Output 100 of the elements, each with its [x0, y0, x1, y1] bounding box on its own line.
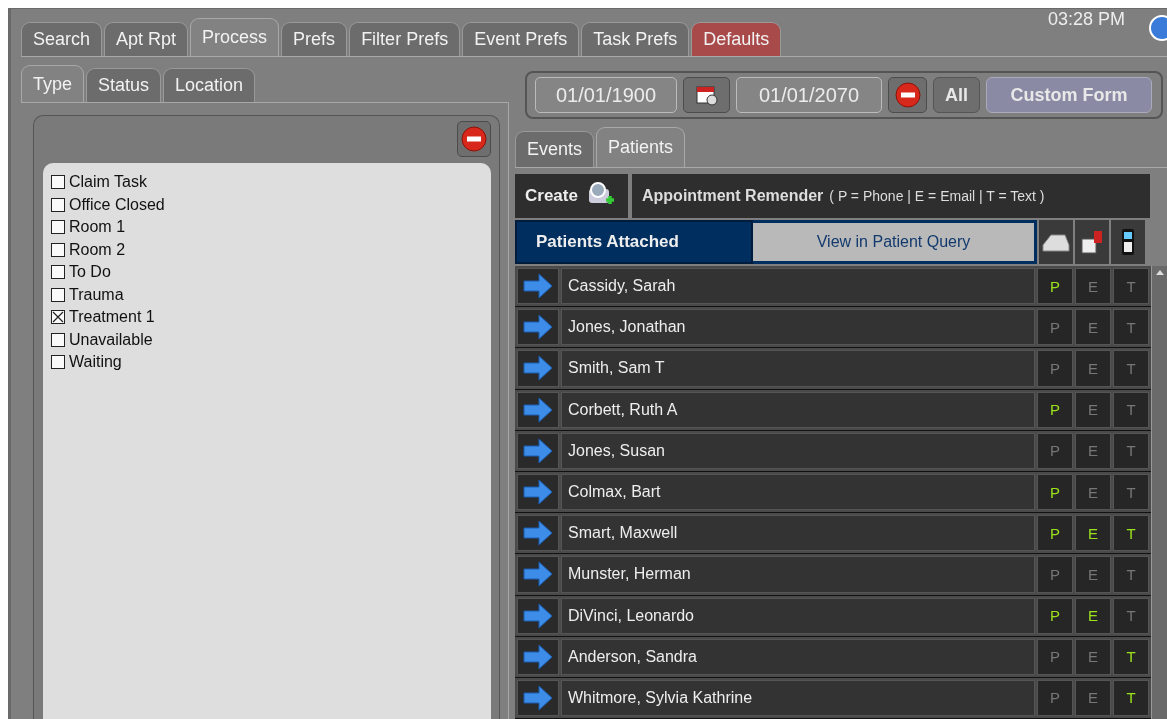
open-patient-button[interactable] — [517, 515, 559, 552]
reminder-flag[interactable]: E — [1075, 432, 1111, 469]
reminder-flag[interactable]: E — [1075, 515, 1111, 552]
calendar-button[interactable] — [683, 77, 730, 113]
tab[interactable]: Prefs — [281, 22, 348, 56]
tab[interactable]: Search — [21, 22, 103, 56]
reminder-flag[interactable]: T — [1113, 309, 1149, 346]
checkbox[interactable] — [51, 175, 65, 190]
checkbox[interactable] — [51, 332, 65, 347]
reminder-flag[interactable]: T — [1113, 350, 1149, 387]
tab[interactable]: Location — [163, 68, 256, 102]
view-in-patient-query-button[interactable]: View in Patient Query — [753, 220, 1037, 264]
scroll-up-icon[interactable] — [1155, 270, 1164, 275]
patient-name: Smart, Maxwell — [561, 515, 1035, 552]
reminder-flag[interactable]: E — [1075, 268, 1111, 305]
mailbox-icon — [1079, 229, 1105, 255]
reminder-flag[interactable]: E — [1075, 391, 1111, 428]
reminder-flag[interactable]: P — [1037, 638, 1073, 675]
right-arrow-icon — [523, 479, 553, 506]
patient-name: Anderson, Sandra — [561, 638, 1035, 675]
open-patient-button[interactable] — [517, 556, 559, 593]
right-arrow-icon — [523, 314, 553, 341]
tab[interactable]: Patients — [596, 127, 686, 167]
patient-name: Jones, Susan — [561, 432, 1035, 469]
reminder-flag[interactable]: E — [1075, 473, 1111, 511]
start-date-field[interactable]: 01/01/1900 — [535, 77, 677, 113]
reminder-flag[interactable]: P — [1037, 597, 1073, 634]
reminder-flag[interactable]: E — [1075, 679, 1111, 717]
reminder-flag[interactable]: E — [1075, 350, 1111, 387]
checkbox-label: Waiting — [69, 353, 122, 372]
patient-name: Colmax, Bart — [561, 473, 1035, 511]
reminder-flag[interactable]: P — [1037, 432, 1073, 469]
reminder-flag[interactable]: P — [1037, 309, 1073, 346]
reminder-title: Appointment Remender — [642, 187, 824, 205]
remove-button[interactable] — [457, 121, 491, 157]
checkbox[interactable] — [51, 197, 65, 212]
open-patient-button[interactable] — [517, 391, 559, 428]
tab[interactable]: Defaults — [691, 22, 782, 56]
reminder-flag[interactable]: E — [1075, 597, 1111, 634]
checkbox[interactable] — [51, 355, 65, 370]
open-patient-button[interactable] — [517, 597, 559, 634]
reminder-flag[interactable]: E — [1075, 638, 1111, 675]
reminder-flag[interactable]: T — [1113, 556, 1149, 593]
checkbox-label: Room 2 — [69, 240, 126, 259]
right-arrow-icon — [523, 273, 553, 300]
patient-name: Jones, Jonathan — [561, 309, 1035, 346]
custom-form-button[interactable]: Custom Form — [986, 77, 1152, 113]
checkbox[interactable] — [51, 265, 65, 280]
patient-name: DiVinci, Leonardo — [561, 597, 1035, 634]
reminder-flag[interactable]: T — [1113, 391, 1149, 428]
patient-name: Corbett, Ruth A — [561, 391, 1035, 428]
reminder-flag[interactable]: P — [1037, 515, 1073, 552]
tab[interactable]: Status — [86, 68, 162, 102]
tab[interactable]: Apt Rpt — [104, 22, 189, 56]
create-button[interactable]: Create — [515, 174, 628, 218]
reminder-flag[interactable]: E — [1075, 556, 1111, 593]
reminder-flag[interactable]: P — [1037, 268, 1073, 305]
reminder-flag[interactable]: E — [1075, 309, 1111, 346]
tab[interactable]: Event Prefs — [462, 22, 580, 56]
end-date-field[interactable]: 01/01/2070 — [736, 77, 882, 113]
reminder-flag[interactable]: T — [1113, 679, 1149, 717]
checkbox[interactable] — [51, 310, 65, 325]
right-arrow-icon — [523, 396, 553, 423]
tab[interactable]: Task Prefs — [581, 22, 690, 56]
mobile-phone-icon — [1120, 227, 1136, 257]
all-button[interactable]: All — [933, 77, 980, 113]
open-patient-button[interactable] — [517, 432, 559, 469]
reminder-flag[interactable]: T — [1113, 473, 1149, 511]
tab[interactable]: Process — [190, 18, 280, 56]
remove-button[interactable] — [888, 77, 927, 113]
checkbox-label: Room 1 — [69, 218, 126, 237]
scrollbar[interactable] — [1151, 266, 1167, 719]
open-patient-button[interactable] — [517, 473, 559, 511]
reminder-flag[interactable]: P — [1037, 350, 1073, 387]
right-arrow-icon — [523, 437, 553, 464]
reminder-flag[interactable]: P — [1037, 679, 1073, 717]
right-arrow-icon — [523, 602, 553, 629]
checkbox[interactable] — [51, 287, 65, 302]
reminder-flag[interactable]: P — [1037, 391, 1073, 428]
tab[interactable]: Events — [515, 131, 595, 167]
reminder-flag[interactable]: T — [1113, 515, 1149, 552]
reminder-flag[interactable]: T — [1113, 432, 1149, 469]
checkbox[interactable] — [51, 242, 65, 257]
clock: 03:28 PM — [1047, 9, 1125, 30]
reminder-flag[interactable]: P — [1037, 556, 1073, 593]
reminder-flag[interactable]: T — [1113, 597, 1149, 634]
open-patient-button[interactable] — [517, 638, 559, 675]
tab[interactable]: Filter Prefs — [349, 22, 461, 56]
open-patient-button[interactable] — [517, 309, 559, 346]
reminder-flag[interactable]: P — [1037, 473, 1073, 511]
patient-name: Cassidy, Sarah — [561, 268, 1035, 305]
open-patient-button[interactable] — [517, 350, 559, 387]
checkbox-label: Trauma — [69, 285, 124, 304]
remove-icon — [461, 126, 487, 152]
reminder-flag[interactable]: T — [1113, 268, 1149, 305]
open-patient-button[interactable] — [517, 679, 559, 717]
reminder-flag[interactable]: T — [1113, 638, 1149, 675]
open-patient-button[interactable] — [517, 268, 559, 305]
tab[interactable]: Type — [21, 65, 85, 102]
checkbox[interactable] — [51, 220, 65, 235]
